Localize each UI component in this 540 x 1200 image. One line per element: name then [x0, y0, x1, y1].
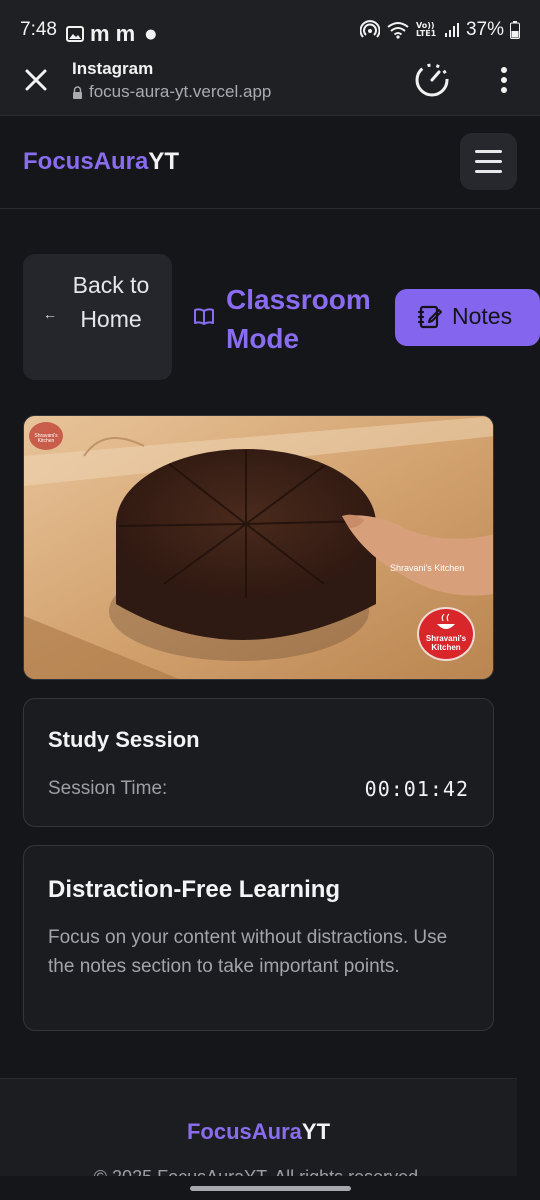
browser-bar: Instagram focus-aura-yt.vercel.app [0, 58, 540, 116]
image-icon [66, 26, 84, 42]
bowl-icon [437, 613, 455, 629]
brand-secondary: YT [148, 148, 180, 175]
logo-text: Shravani's Kitchen [425, 634, 467, 652]
signal-icon [444, 23, 459, 37]
book-open-icon [194, 308, 214, 325]
status-left-icons: m m ● [66, 21, 156, 47]
close-icon[interactable] [22, 66, 50, 94]
speedometer-icon[interactable] [413, 61, 451, 99]
card-body: Focus on your content without distractio… [48, 927, 448, 977]
browser-title: Instagram [72, 59, 154, 78]
back-label: Back to Home [72, 272, 150, 332]
distraction-free-card: Distraction-Free Learning Focus on your … [23, 845, 494, 1031]
card-title: Study Session [48, 727, 200, 752]
corner-logo-text: Shravani's Kitchen [34, 433, 58, 444]
footer-brand-primary: FocusAura [186, 1119, 302, 1144]
lock-icon [73, 85, 82, 99]
app-header: FocusAuraYT [0, 116, 540, 209]
hotspot-icon [359, 20, 380, 38]
notes-button[interactable]: Notes [395, 289, 540, 346]
browser-url: focus-aura-yt.vercel.app [89, 82, 272, 101]
brand-primary: FocusAura [23, 148, 149, 175]
video-watermark: Shravani's Kitchen [390, 563, 465, 573]
m-notification-icon: m [115, 21, 136, 46]
battery-icon [510, 21, 520, 39]
notes-label: Notes [452, 303, 513, 329]
menu-button[interactable] [460, 133, 517, 190]
card-title: Distraction-Free Learning [48, 876, 341, 903]
video-player[interactable]: Shravani's Kitchen Shravani's Kitchen Sh… [23, 415, 494, 680]
study-session-card: Study Session Session Time: 00:01:42 [23, 698, 494, 827]
home-indicator[interactable] [190, 1186, 351, 1191]
wifi-icon [387, 22, 409, 39]
session-timer: 00:01:42 [364, 777, 469, 801]
hamburger-icon [475, 150, 502, 153]
arrow-left-icon: ← [43, 306, 57, 322]
more-options-icon[interactable] [497, 66, 511, 94]
footer-brand-secondary: YT [301, 1119, 331, 1144]
status-bar: 7:48 m m ● Vo)) LTE1 37% [0, 0, 540, 58]
footer-brand[interactable]: FocusAuraYT [0, 1119, 517, 1145]
classroom-mode-title: Classroom Mode [226, 284, 371, 354]
channel-logo-badge: Shravani's Kitchen [417, 607, 475, 661]
channel-logo-corner: Shravani's Kitchen [29, 422, 63, 450]
volte-icon: Vo)) LTE1 [415, 21, 437, 38]
m-notification-icon: m [90, 21, 110, 46]
url-bar[interactable]: focus-aura-yt.vercel.app [72, 82, 271, 102]
hamburger-icon [475, 170, 502, 173]
hamburger-icon [475, 160, 502, 163]
dot-icon: ● [145, 26, 157, 42]
session-time-label: Session Time: [48, 778, 168, 799]
battery-percent: 37% [465, 19, 504, 40]
status-time: 7:48 [20, 19, 57, 40]
back-to-home-button[interactable]: ← Back to Home [23, 254, 172, 380]
gesture-nav-bar [0, 1176, 540, 1200]
status-right-icons: Vo)) LTE1 37% [359, 19, 520, 41]
notebook-pen-icon [417, 305, 442, 329]
brand-logo[interactable]: FocusAuraYT [23, 148, 179, 176]
